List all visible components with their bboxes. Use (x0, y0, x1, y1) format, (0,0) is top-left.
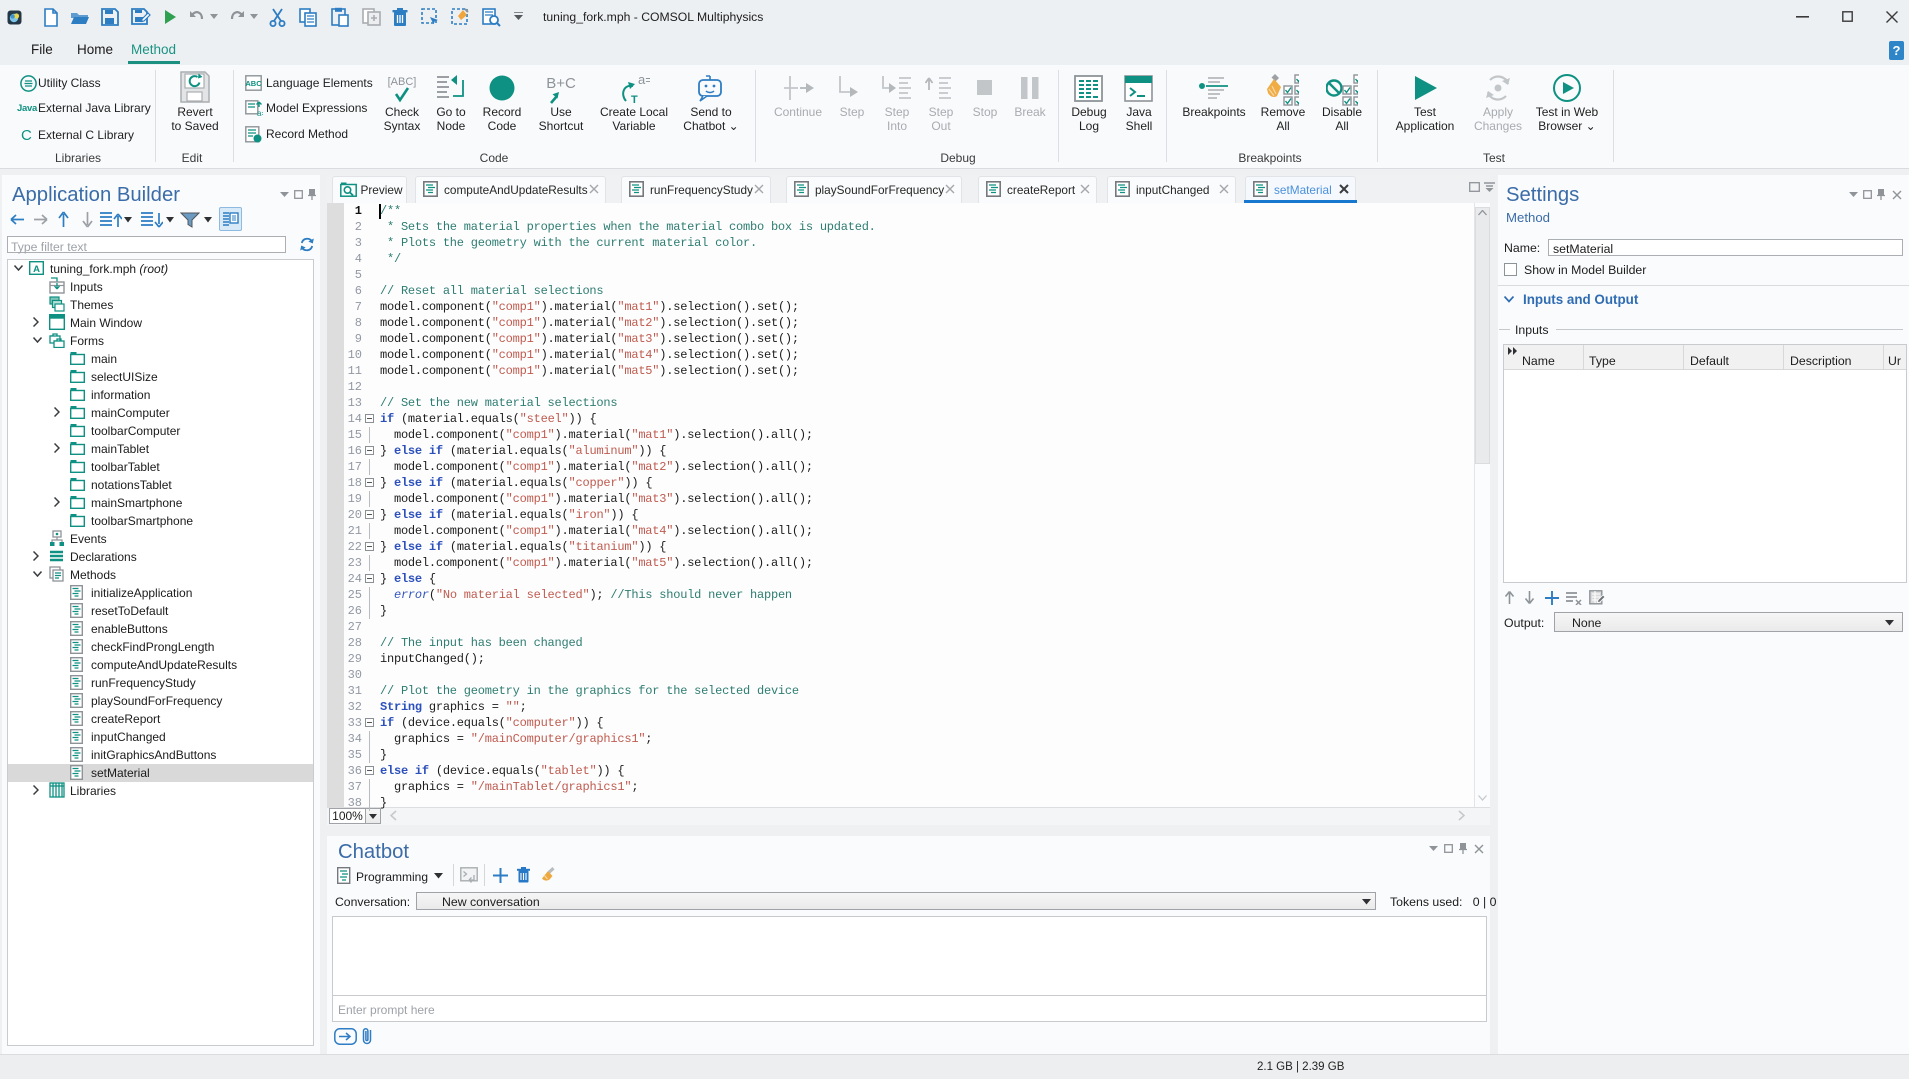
svg-text:ABC: ABC (245, 79, 262, 88)
svg-text:[ABC]: [ABC] (388, 76, 417, 88)
svg-text:a=: a= (638, 74, 650, 87)
svg-text:A: A (33, 264, 40, 275)
svg-text:a=: a= (257, 109, 263, 117)
svg-text:B+C: B+C (546, 75, 576, 92)
